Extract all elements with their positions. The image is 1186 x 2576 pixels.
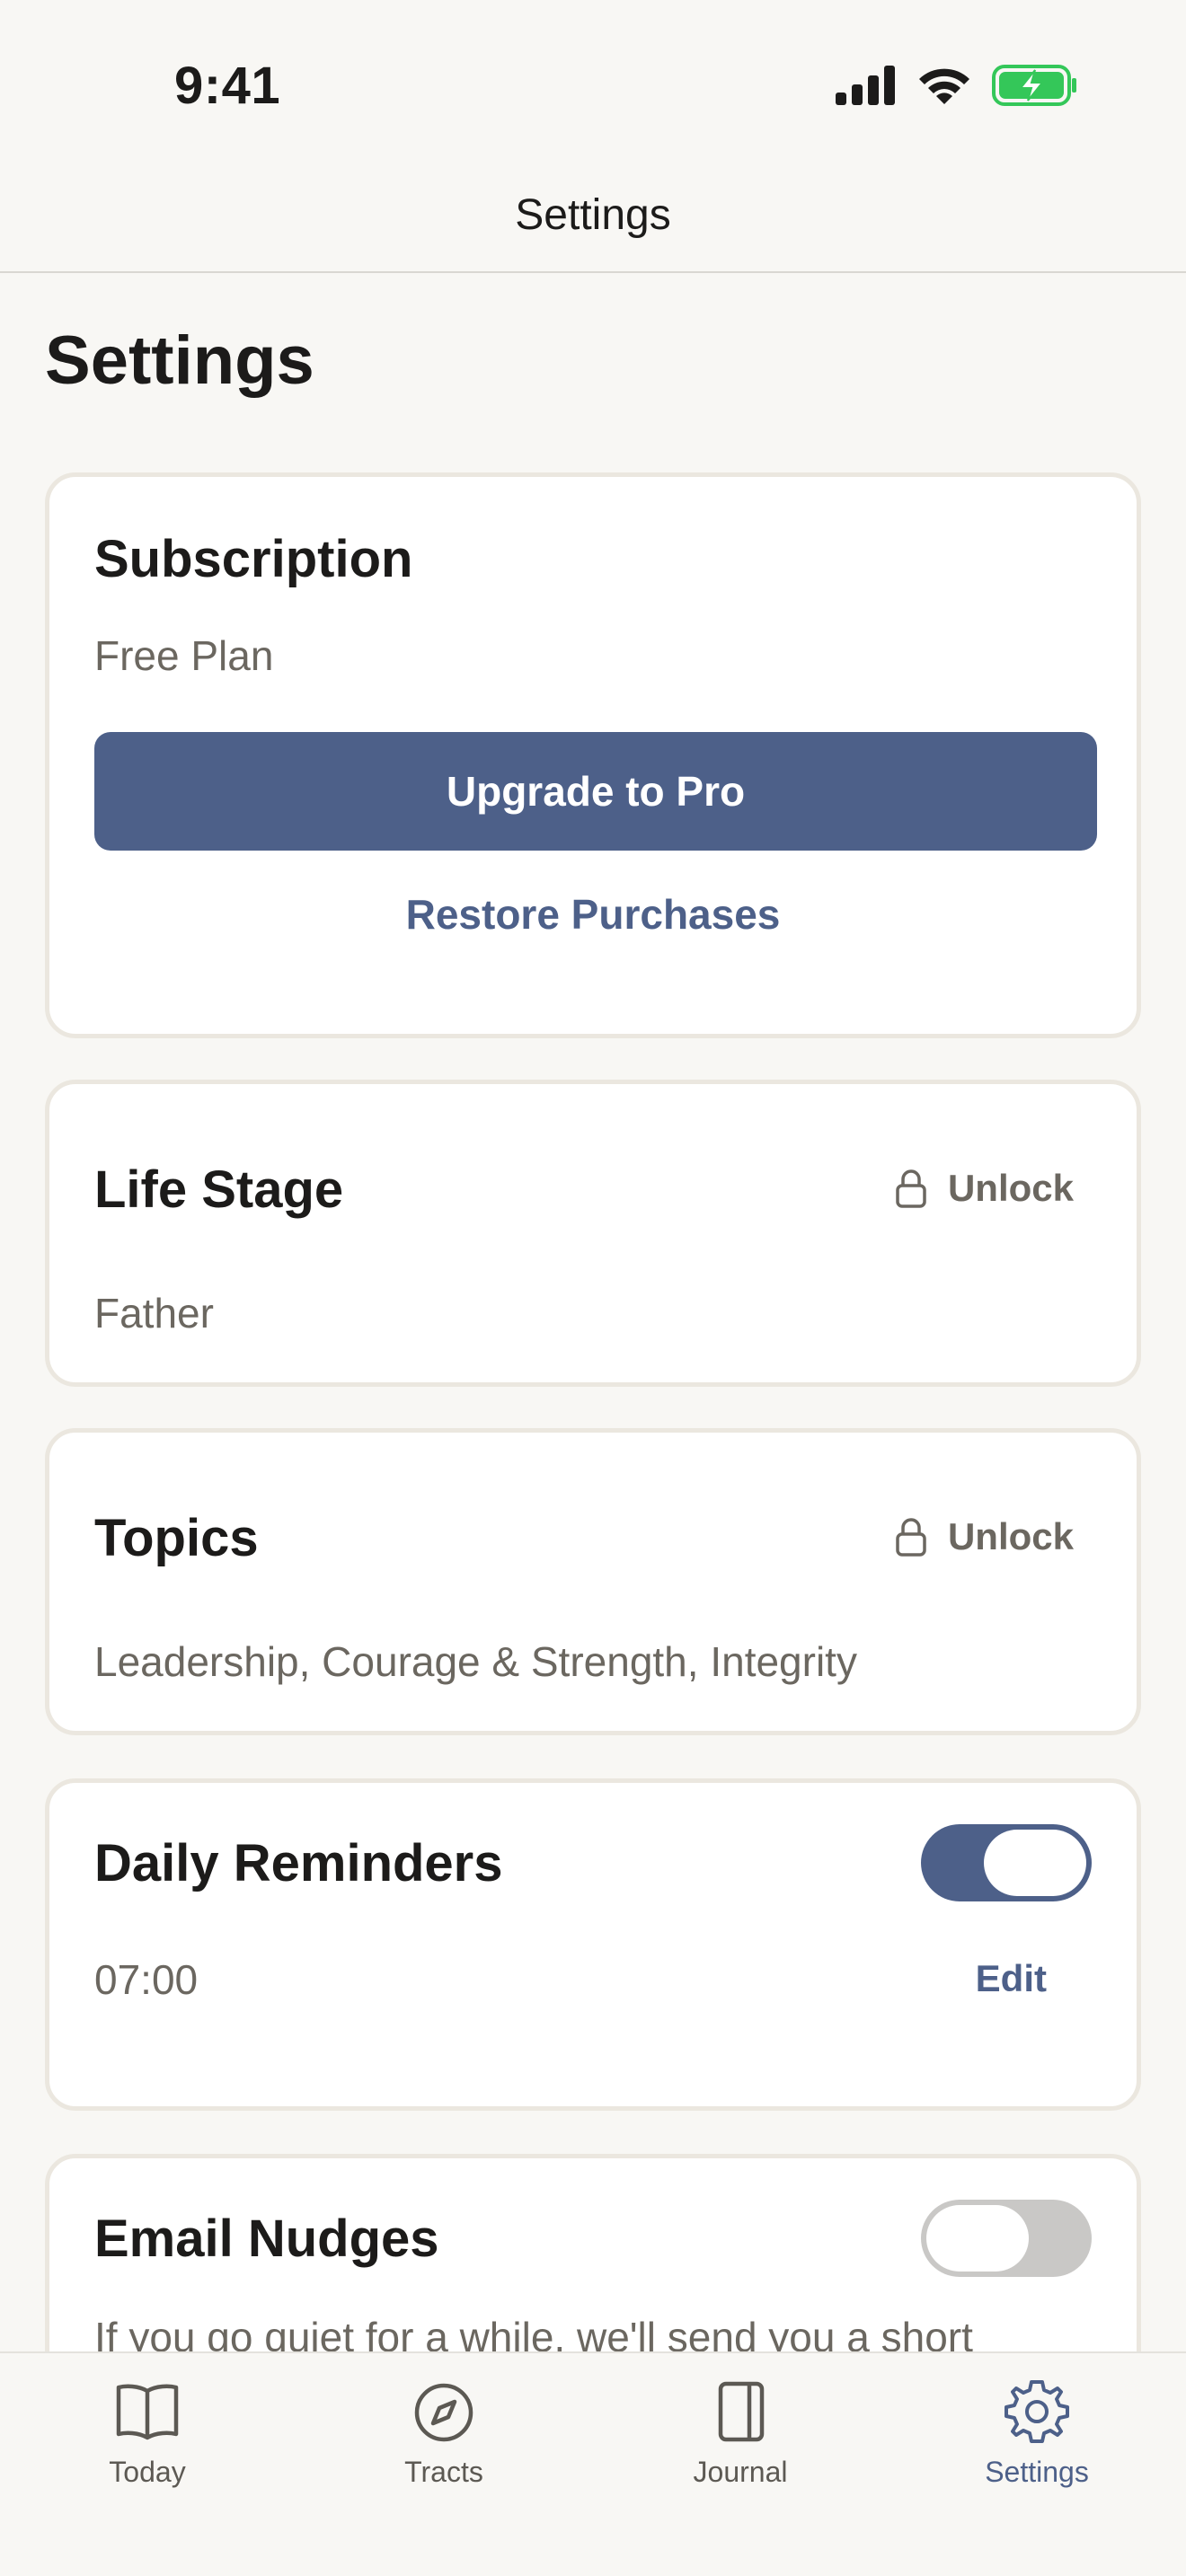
subscription-plan: Free Plan (94, 632, 274, 679)
unlock-label: Unlock (947, 1167, 1074, 1209)
life-stage-unlock-button[interactable]: Unlock (896, 1167, 1074, 1210)
upgrade-to-pro-button[interactable]: Upgrade to Pro (94, 732, 1097, 851)
daily-reminders-title: Daily Reminders (94, 1834, 503, 1892)
life-stage-title: Life Stage (94, 1160, 344, 1219)
battery-icon (992, 65, 1076, 106)
toggle-knob (926, 2205, 1029, 2272)
book-icon (116, 2384, 179, 2440)
daily-reminders-toggle[interactable] (921, 1824, 1092, 1901)
edit-reminder-time-button[interactable]: Edit (976, 1957, 1047, 2000)
cellular-signal-icon (836, 66, 895, 105)
compass-icon (414, 2383, 474, 2442)
nav-title: Settings (515, 191, 671, 239)
status-icons (836, 65, 1078, 106)
lock-icon (896, 1169, 926, 1208)
tab-bar: Today Tracts Journal Settings (0, 2351, 1186, 2576)
life-stage-card[interactable]: Life Stage Unlock Father (45, 1080, 1141, 1387)
topics-card[interactable]: Topics Unlock Leadership, Courage & Stre… (45, 1428, 1141, 1735)
status-bar: 9:41 (0, 0, 1186, 162)
life-stage-value: Father (94, 1290, 214, 1337)
tab-label: Today (109, 2456, 186, 2488)
toggle-knob (984, 1830, 1086, 1896)
restore-purchases-button[interactable]: Restore Purchases (49, 890, 1137, 939)
subscription-card: Subscription Free Plan Upgrade to Pro Re… (45, 472, 1141, 1038)
tab-tracts[interactable]: Tracts (336, 2375, 552, 2489)
email-nudges-description: If you go quiet for a while, we'll send … (94, 2314, 973, 2353)
tab-label: Settings (985, 2456, 1089, 2488)
wifi-icon (919, 68, 969, 104)
tab-settings[interactable]: Settings (929, 2375, 1145, 2489)
email-nudges-title: Email Nudges (94, 2210, 439, 2268)
settings-scroll-view[interactable]: Settings Subscription Free Plan Upgrade … (0, 273, 1186, 2353)
tab-today[interactable]: Today (40, 2375, 255, 2489)
unlock-label: Unlock (947, 1515, 1074, 1557)
gear-icon (1005, 2380, 1069, 2443)
topics-title: Topics (94, 1509, 259, 1567)
page-title: Settings (45, 322, 314, 399)
topics-value: Leadership, Courage & Strength, Integrit… (94, 1638, 857, 1685)
reminder-time: 07:00 (94, 1956, 199, 2003)
email-nudges-toggle[interactable] (921, 2200, 1092, 2277)
lock-icon (896, 1518, 926, 1557)
navigation-bar: Settings (0, 162, 1186, 273)
daily-reminders-card: Daily Reminders 07:00 Edit (45, 1778, 1141, 2111)
journal-icon (718, 2381, 765, 2442)
status-time: 9:41 (174, 57, 281, 115)
topics-unlock-button[interactable]: Unlock (896, 1515, 1074, 1558)
subscription-title: Subscription (94, 530, 413, 588)
email-nudges-card: Email Nudges If you go quiet for a while… (45, 2154, 1141, 2353)
tab-journal[interactable]: Journal (633, 2375, 848, 2489)
tab-label: Tracts (404, 2456, 483, 2488)
tab-label: Journal (693, 2456, 788, 2488)
